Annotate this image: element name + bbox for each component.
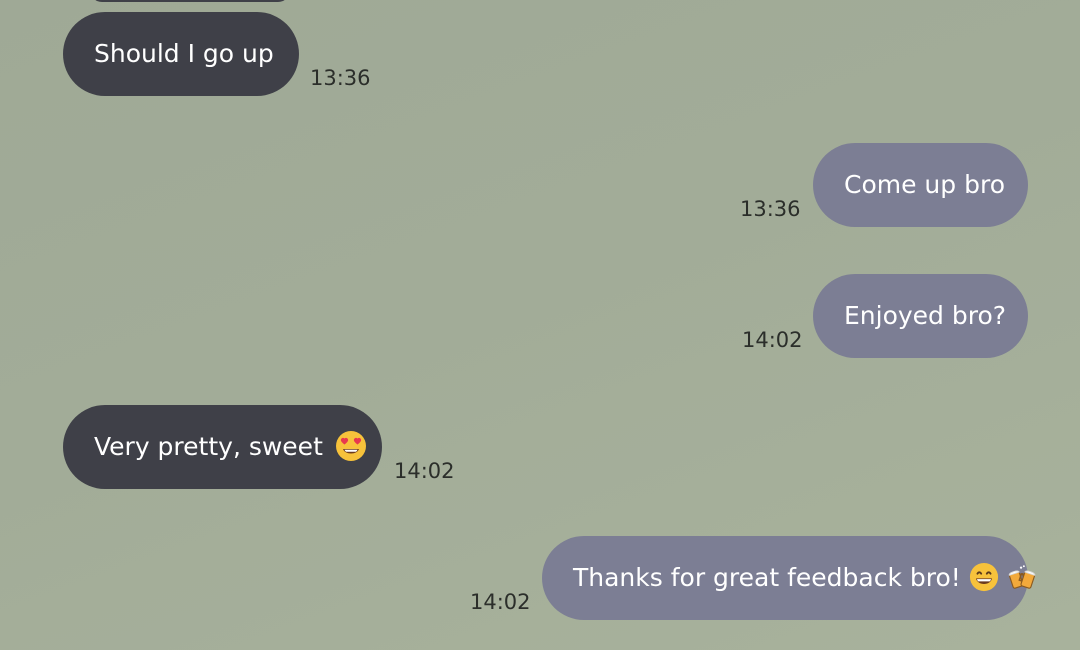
message-timestamp: 14:02 bbox=[742, 328, 803, 352]
message-text: Come up bro bbox=[844, 170, 1005, 199]
grinning-emoji-icon bbox=[969, 562, 998, 592]
message-bubble-incoming[interactable]: Very pretty, sweet bbox=[63, 405, 382, 489]
message-text: Thanks for great feedback bro! bbox=[573, 563, 961, 592]
message-bubble-outgoing[interactable]: Thanks for great feedback bro! bbox=[542, 536, 1035, 620]
message-timestamp: 14:02 bbox=[394, 459, 455, 483]
message-bubble-outgoing[interactable]: Enjoyed bro? bbox=[813, 274, 1028, 358]
message-timestamp: 13:36 bbox=[740, 197, 801, 221]
message-bubble-outgoing[interactable]: Come up bro bbox=[813, 143, 1028, 227]
message-timestamp: 13:36 bbox=[310, 66, 371, 90]
previous-message-bubble-fragment bbox=[90, 0, 290, 2]
message-timestamp: 14:02 bbox=[470, 590, 531, 614]
chat-thread: Should I go up 13:36 Come up bro 13:36 E… bbox=[0, 0, 1080, 650]
message-text: Enjoyed bro? bbox=[844, 301, 1007, 330]
message-text: Very pretty, sweet bbox=[94, 432, 323, 461]
message-bubble-incoming[interactable]: Should I go up bbox=[63, 12, 299, 96]
message-text: Should I go up bbox=[94, 39, 274, 68]
heart-eyes-emoji-icon bbox=[335, 431, 366, 461]
beer-mugs-emoji-icon bbox=[1008, 565, 1035, 589]
